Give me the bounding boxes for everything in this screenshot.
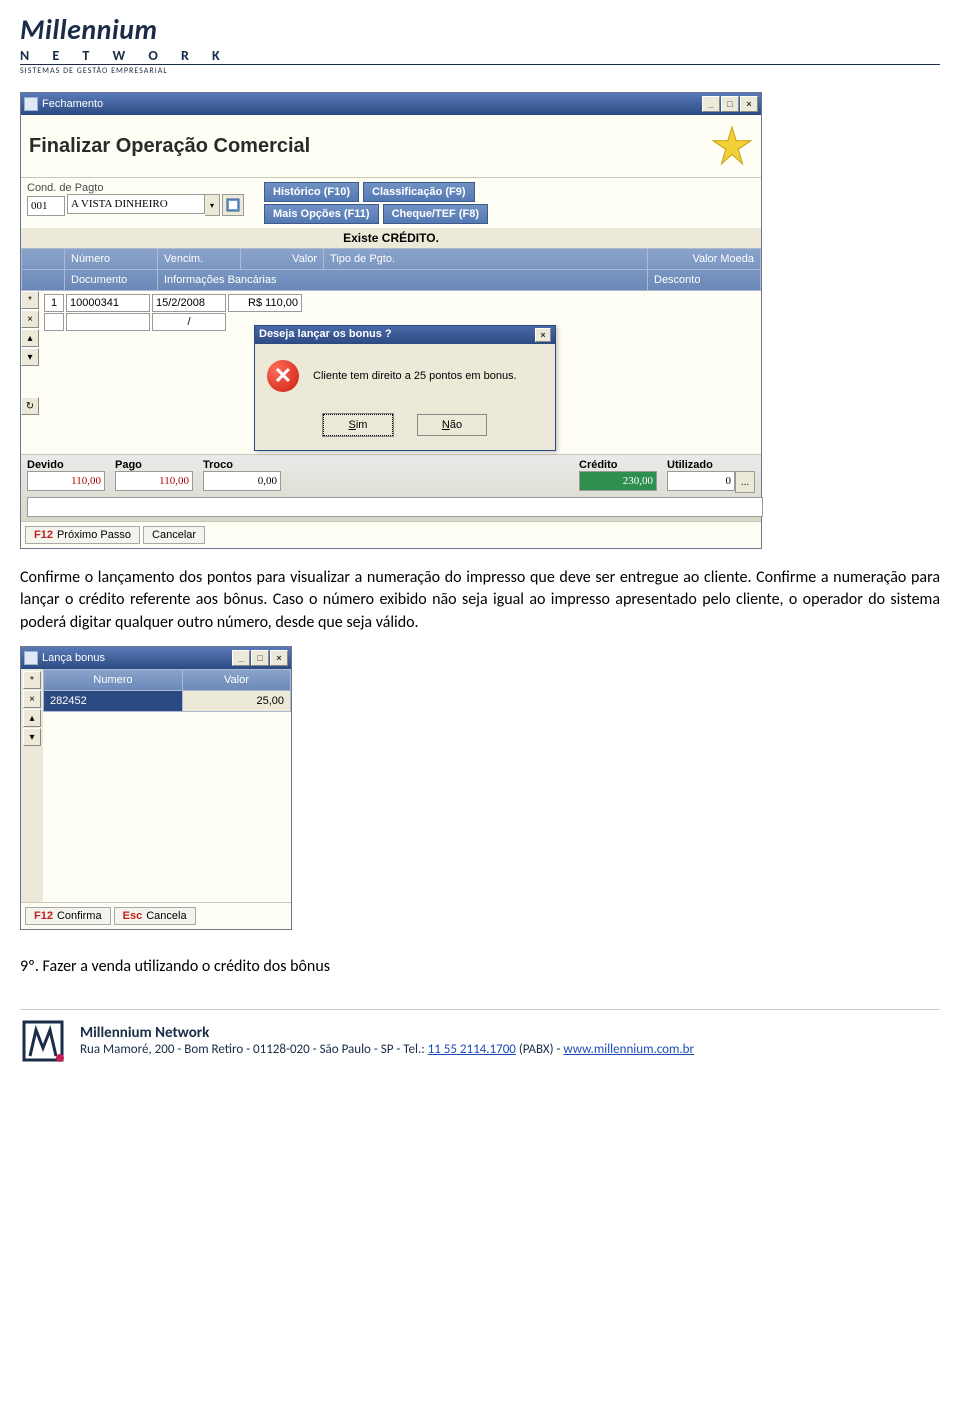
row-delete-button[interactable]: × <box>23 690 41 708</box>
utilizado-label: Utilizado <box>667 459 755 471</box>
col-desconto: Desconto <box>648 270 761 291</box>
footer-tel: 11 55 2114.1700 <box>428 1042 516 1057</box>
row-delete-button[interactable]: × <box>21 310 39 328</box>
footer-company: Millennium Network <box>80 1024 694 1042</box>
utilizado-more-button[interactable]: ... <box>735 471 755 493</box>
row-vencim[interactable] <box>152 294 226 312</box>
bonus-dialog: Deseja lançar os bonus ? × ✕ Cliente tem… <box>254 325 556 451</box>
historico-button[interactable]: Histórico (F10) <box>264 182 359 202</box>
dialog-nao-button[interactable]: Não <box>417 414 487 436</box>
company-logo: Millennium N E T W O R K SISTEMAS DE GES… <box>20 12 940 76</box>
pago-label: Pago <box>115 459 193 471</box>
logo-sub2: SISTEMAS DE GESTÃO EMPRESARIAL <box>20 64 940 76</box>
col-numero: Numero <box>44 670 183 691</box>
cancelar-button[interactable]: Cancelar <box>143 526 205 544</box>
bonus-valor-cell[interactable]: 25,00 <box>182 691 290 712</box>
footer-address: Rua Mamoré, 200 - Bom Retiro - 01128-020… <box>80 1042 694 1057</box>
row-numero[interactable] <box>66 294 150 312</box>
row-add-button[interactable]: * <box>23 671 41 689</box>
proximo-passo-button[interactable]: F12 Próximo Passo <box>25 526 140 544</box>
page-heading-bar: Finalizar Operação Comercial <box>21 115 761 178</box>
cheque-tef-button[interactable]: Cheque/TEF (F8) <box>383 204 488 224</box>
col-valor-moeda: Valor Moeda <box>648 249 761 270</box>
close-button[interactable]: × <box>270 650 288 666</box>
dialog-close-button[interactable]: × <box>535 328 551 342</box>
credito-label: Crédito <box>579 459 657 471</box>
cond-pagto-lookup-button[interactable] <box>222 194 244 216</box>
close-button[interactable]: × <box>740 96 758 112</box>
dialog-message: Cliente tem direito a 25 pontos em bonus… <box>313 370 517 382</box>
troco-value[interactable] <box>203 471 281 491</box>
dialog-sim-button[interactable]: Sim <box>323 414 393 436</box>
body-paragraph-2: 9º. Fazer a venda utilizando o crédito d… <box>20 956 940 978</box>
row-down-button[interactable]: ▾ <box>23 728 41 746</box>
logo-main: Millennium <box>20 12 940 47</box>
troco-label: Troco <box>203 459 281 471</box>
row-down-button[interactable]: ▾ <box>21 348 39 366</box>
col-vencim: Vencim. <box>158 249 241 270</box>
col-info-banc: Informações Bancárias <box>158 270 648 291</box>
error-icon: ✕ <box>267 360 299 392</box>
body-paragraph-1: Confirme o lançamento dos pontos para vi… <box>20 567 940 634</box>
window-icon <box>24 651 38 665</box>
row-seq[interactable] <box>44 294 64 312</box>
row-refresh-button[interactable]: ↻ <box>21 397 39 415</box>
col-documento: Documento <box>65 270 158 291</box>
row-valor[interactable] <box>228 294 302 312</box>
page-heading: Finalizar Operação Comercial <box>29 135 310 158</box>
classificacao-button[interactable]: Classificação (F9) <box>363 182 475 202</box>
cancela-button[interactable]: Esc Cancela <box>114 907 196 925</box>
dialog-title: Deseja lançar os bonus ? <box>259 328 392 342</box>
credito-value[interactable] <box>579 471 657 491</box>
credito-banner: Existe CRÉDITO. <box>21 228 761 248</box>
col-valor: Valor <box>241 249 324 270</box>
row-seq-2[interactable] <box>44 313 64 331</box>
row-up-button[interactable]: ▴ <box>21 329 39 347</box>
minimize-button[interactable]: _ <box>702 96 720 112</box>
titlebar: Fechamento _ □ × <box>21 93 761 115</box>
window-icon <box>24 97 38 111</box>
mais-opcoes-button[interactable]: Mais Opções (F11) <box>264 204 379 224</box>
col-tipo: Tipo de Pgto. <box>324 249 648 270</box>
maximize-button[interactable]: □ <box>251 650 269 666</box>
devido-label: Devido <box>27 459 105 471</box>
observacao-field[interactable] <box>27 497 763 517</box>
cond-pagto-label: Cond. de Pagto <box>27 182 244 194</box>
col-valor: Valor <box>182 670 290 691</box>
bonus-numero-cell[interactable]: 282452 <box>44 691 183 712</box>
devido-value[interactable] <box>27 471 105 491</box>
footer-logo-icon <box>20 1018 66 1064</box>
chevron-down-icon[interactable]: ▾ <box>205 194 220 216</box>
footer-site: www.millennium.com.br <box>563 1042 694 1057</box>
row-documento[interactable] <box>66 313 150 331</box>
star-icon <box>711 125 753 167</box>
maximize-button[interactable]: □ <box>721 96 739 112</box>
cond-pagto-desc[interactable] <box>67 194 205 214</box>
row-slash[interactable] <box>152 313 226 331</box>
col-numero: Número <box>65 249 158 270</box>
window-title: Fechamento <box>42 98 103 110</box>
cond-pagto-code[interactable] <box>27 196 65 216</box>
pago-value[interactable] <box>115 471 193 491</box>
page-footer: Millennium Network Rua Mamoré, 200 - Bom… <box>20 1009 940 1064</box>
lanca-bonus-window: Lança bonus _ □ × * × ▴ ▾ Numero Valor <box>20 646 292 930</box>
minimize-button[interactable]: _ <box>232 650 250 666</box>
fechamento-window: Fechamento _ □ × Finalizar Operação Come… <box>20 92 762 549</box>
logo-sub1: N E T W O R K <box>20 47 940 64</box>
row-add-button[interactable]: * <box>21 291 39 309</box>
window-title: Lança bonus <box>42 652 105 664</box>
row-up-button[interactable]: ▴ <box>23 709 41 727</box>
utilizado-value[interactable] <box>667 471 735 491</box>
payments-header: Número Vencim. Valor Tipo de Pgto. Valor… <box>21 248 761 291</box>
confirma-button[interactable]: F12 Confirma <box>25 907 111 925</box>
